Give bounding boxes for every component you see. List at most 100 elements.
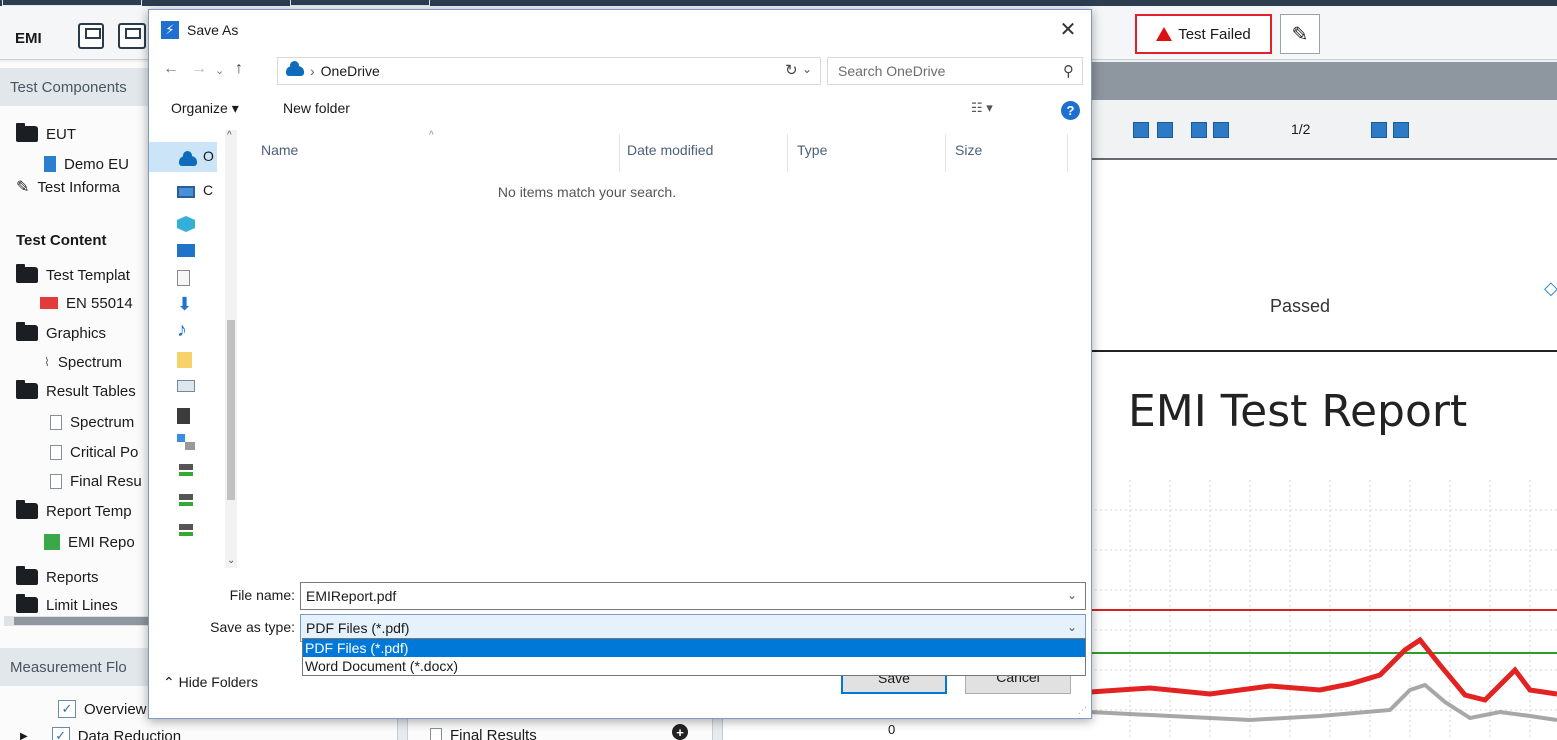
column-header-date-modified[interactable]: Date modified [627,142,713,158]
nav-pane-scrollbar[interactable]: ^ ⌄ [225,130,237,568]
column-header-type[interactable]: Type [797,142,827,158]
breadcrumb-onedrive[interactable]: OneDrive [321,63,380,79]
dialog-titlebar[interactable]: ⚡ Save As ✕ [149,10,1091,50]
section-test-content: Test Content [16,231,107,249]
company-logo: ◇ [1544,278,1557,298]
column-separator[interactable] [1067,134,1068,172]
nav-item-onedrive[interactable]: O [203,148,214,164]
tree-item-critical-points[interactable]: Critical Po [50,440,138,464]
network-drive-icon[interactable] [177,434,195,450]
tree-item-label: Spectrum [70,413,135,431]
tree-item-label: Critical Po [70,443,139,461]
this-pc-icon[interactable] [177,186,195,198]
nav-item-this-pc[interactable]: C [203,182,213,198]
pictures-icon[interactable] [177,352,192,368]
address-dropdown-icon[interactable]: ⌄ [802,62,812,76]
drive-icon[interactable] [177,494,195,510]
3d-objects-icon[interactable] [177,216,195,232]
last-page-icon[interactable] [1393,122,1409,138]
search-icon: ⚲ [1063,63,1074,80]
next-page-icon[interactable] [1371,122,1387,138]
chevron-down-icon[interactable]: ⌄ [1067,620,1077,634]
chevron-up-icon: ⌃ [163,674,175,690]
app-name: EMI [15,30,42,47]
tree-item-label: Limit Lines [46,596,118,614]
folder-icon [16,566,38,585]
tree-item-spectrum-graphic[interactable]: ⌇ Spectrum [44,350,122,374]
help-icon[interactable]: ? [1061,101,1080,120]
column-header-size[interactable]: Size [955,142,982,158]
recent-locations-chevron-icon[interactable]: ⌄ [215,64,224,77]
save-as-icon[interactable] [118,23,146,49]
organize-button[interactable]: Organize ▾ [171,100,239,117]
add-icon[interactable]: + [672,724,688,740]
desktop-icon[interactable] [177,244,195,257]
save-icon[interactable] [78,23,104,49]
column-separator[interactable] [787,134,788,172]
fit-page-icon[interactable] [1157,122,1173,138]
previous-page-icon[interactable] [1213,122,1229,138]
address-bar[interactable]: › OneDrive ⌄ [277,57,821,85]
search-input[interactable]: Search OneDrive ⚲ [827,57,1083,85]
forward-arrow-icon[interactable]: → [191,60,207,78]
column-header-name[interactable]: Name [261,142,298,158]
onedrive-nav-icon[interactable] [179,151,197,166]
column-separator[interactable] [945,134,946,172]
film-icon[interactable] [177,408,190,424]
hide-folders-label: Hide Folders [178,674,258,690]
new-folder-button[interactable]: New folder [283,100,350,116]
hide-folders-toggle[interactable]: ⌃ Hide Folders [163,674,258,691]
tree-item-result-tables[interactable]: Result Tables [16,379,136,403]
tree-item-label: Final Resu [70,472,142,490]
table-icon [50,444,62,460]
tree-item-final-results[interactable]: Final Resu [50,469,142,493]
tree-item-report-templates[interactable]: Report Temp [16,499,132,523]
folder-icon [16,500,38,519]
checkbox[interactable]: ✓ [58,700,76,718]
tree-item-en-template[interactable]: EN 55014 [40,291,133,315]
edit-button[interactable]: ✎ [1280,14,1320,54]
tree-item-eut[interactable]: EUT [16,122,76,146]
tree-item-demo-eut[interactable]: Demo EU [44,152,129,176]
flow-item-data-reduction[interactable]: ▶ ✓ Data Reduction [20,724,181,740]
waveform-icon: ⌇ [44,355,50,369]
tree-item-spectrum-table[interactable]: Spectrum [50,410,134,434]
first-page-icon[interactable] [1191,122,1207,138]
file-name-input[interactable]: EMIReport.pdf ⌄ [300,582,1086,610]
tree-item-graphics[interactable]: Graphics [16,321,106,345]
fit-width-icon[interactable] [1133,122,1149,138]
test-failed-badge[interactable]: Test Failed [1135,14,1272,54]
refresh-icon[interactable]: ↻ [785,61,798,79]
save-type-label: Save as type: [210,619,295,635]
view-options-icon[interactable]: ☷ ▾ [971,100,993,116]
videos-icon[interactable] [177,380,195,392]
tree-item-emi-report[interactable]: EMI Repo [44,530,135,554]
up-arrow-icon[interactable]: ↑ [235,60,243,78]
tree-item-label: Graphics [46,324,107,342]
scroll-down-icon[interactable]: ⌄ [227,555,235,566]
tree-item-test-templates[interactable]: Test Templat [16,263,130,287]
tree-item-test-information[interactable]: ✎ Test Informa [16,175,120,199]
type-option-pdf[interactable]: PDF Files (*.pdf) [303,639,1085,657]
column-separator[interactable] [619,134,620,172]
documents-icon[interactable] [177,270,190,286]
scrollbar-thumb[interactable] [227,320,235,500]
music-icon[interactable]: ♪ [177,320,187,340]
drive-icon[interactable] [177,464,195,480]
close-button[interactable]: ✕ [1053,16,1083,42]
back-arrow-icon[interactable]: ← [163,60,179,78]
save-as-dialog: ⚡ Save As ✕ ← → ⌄ ↑ › OneDrive ⌄ ↻ Searc… [148,9,1092,719]
scrollbar-thumb[interactable] [14,617,164,625]
drive-icon[interactable] [177,524,195,540]
search-placeholder: Search OneDrive [838,63,946,79]
downloads-icon[interactable]: ⬇ [177,295,192,313]
expand-arrow-icon[interactable]: ▶ [20,731,28,740]
mid-item-final-results[interactable]: Final Results [430,723,537,740]
scroll-up-icon[interactable]: ^ [227,130,232,141]
tree-item-reports[interactable]: Reports [16,565,99,589]
resize-grip-icon[interactable]: ⋰ [1078,705,1087,716]
checkbox[interactable]: ✓ [51,727,70,740]
tree-item-limit-lines[interactable]: Limit Lines [16,593,118,617]
chevron-down-icon[interactable]: ⌄ [1067,588,1077,602]
type-option-docx[interactable]: Word Document (*.docx) [303,657,1085,675]
